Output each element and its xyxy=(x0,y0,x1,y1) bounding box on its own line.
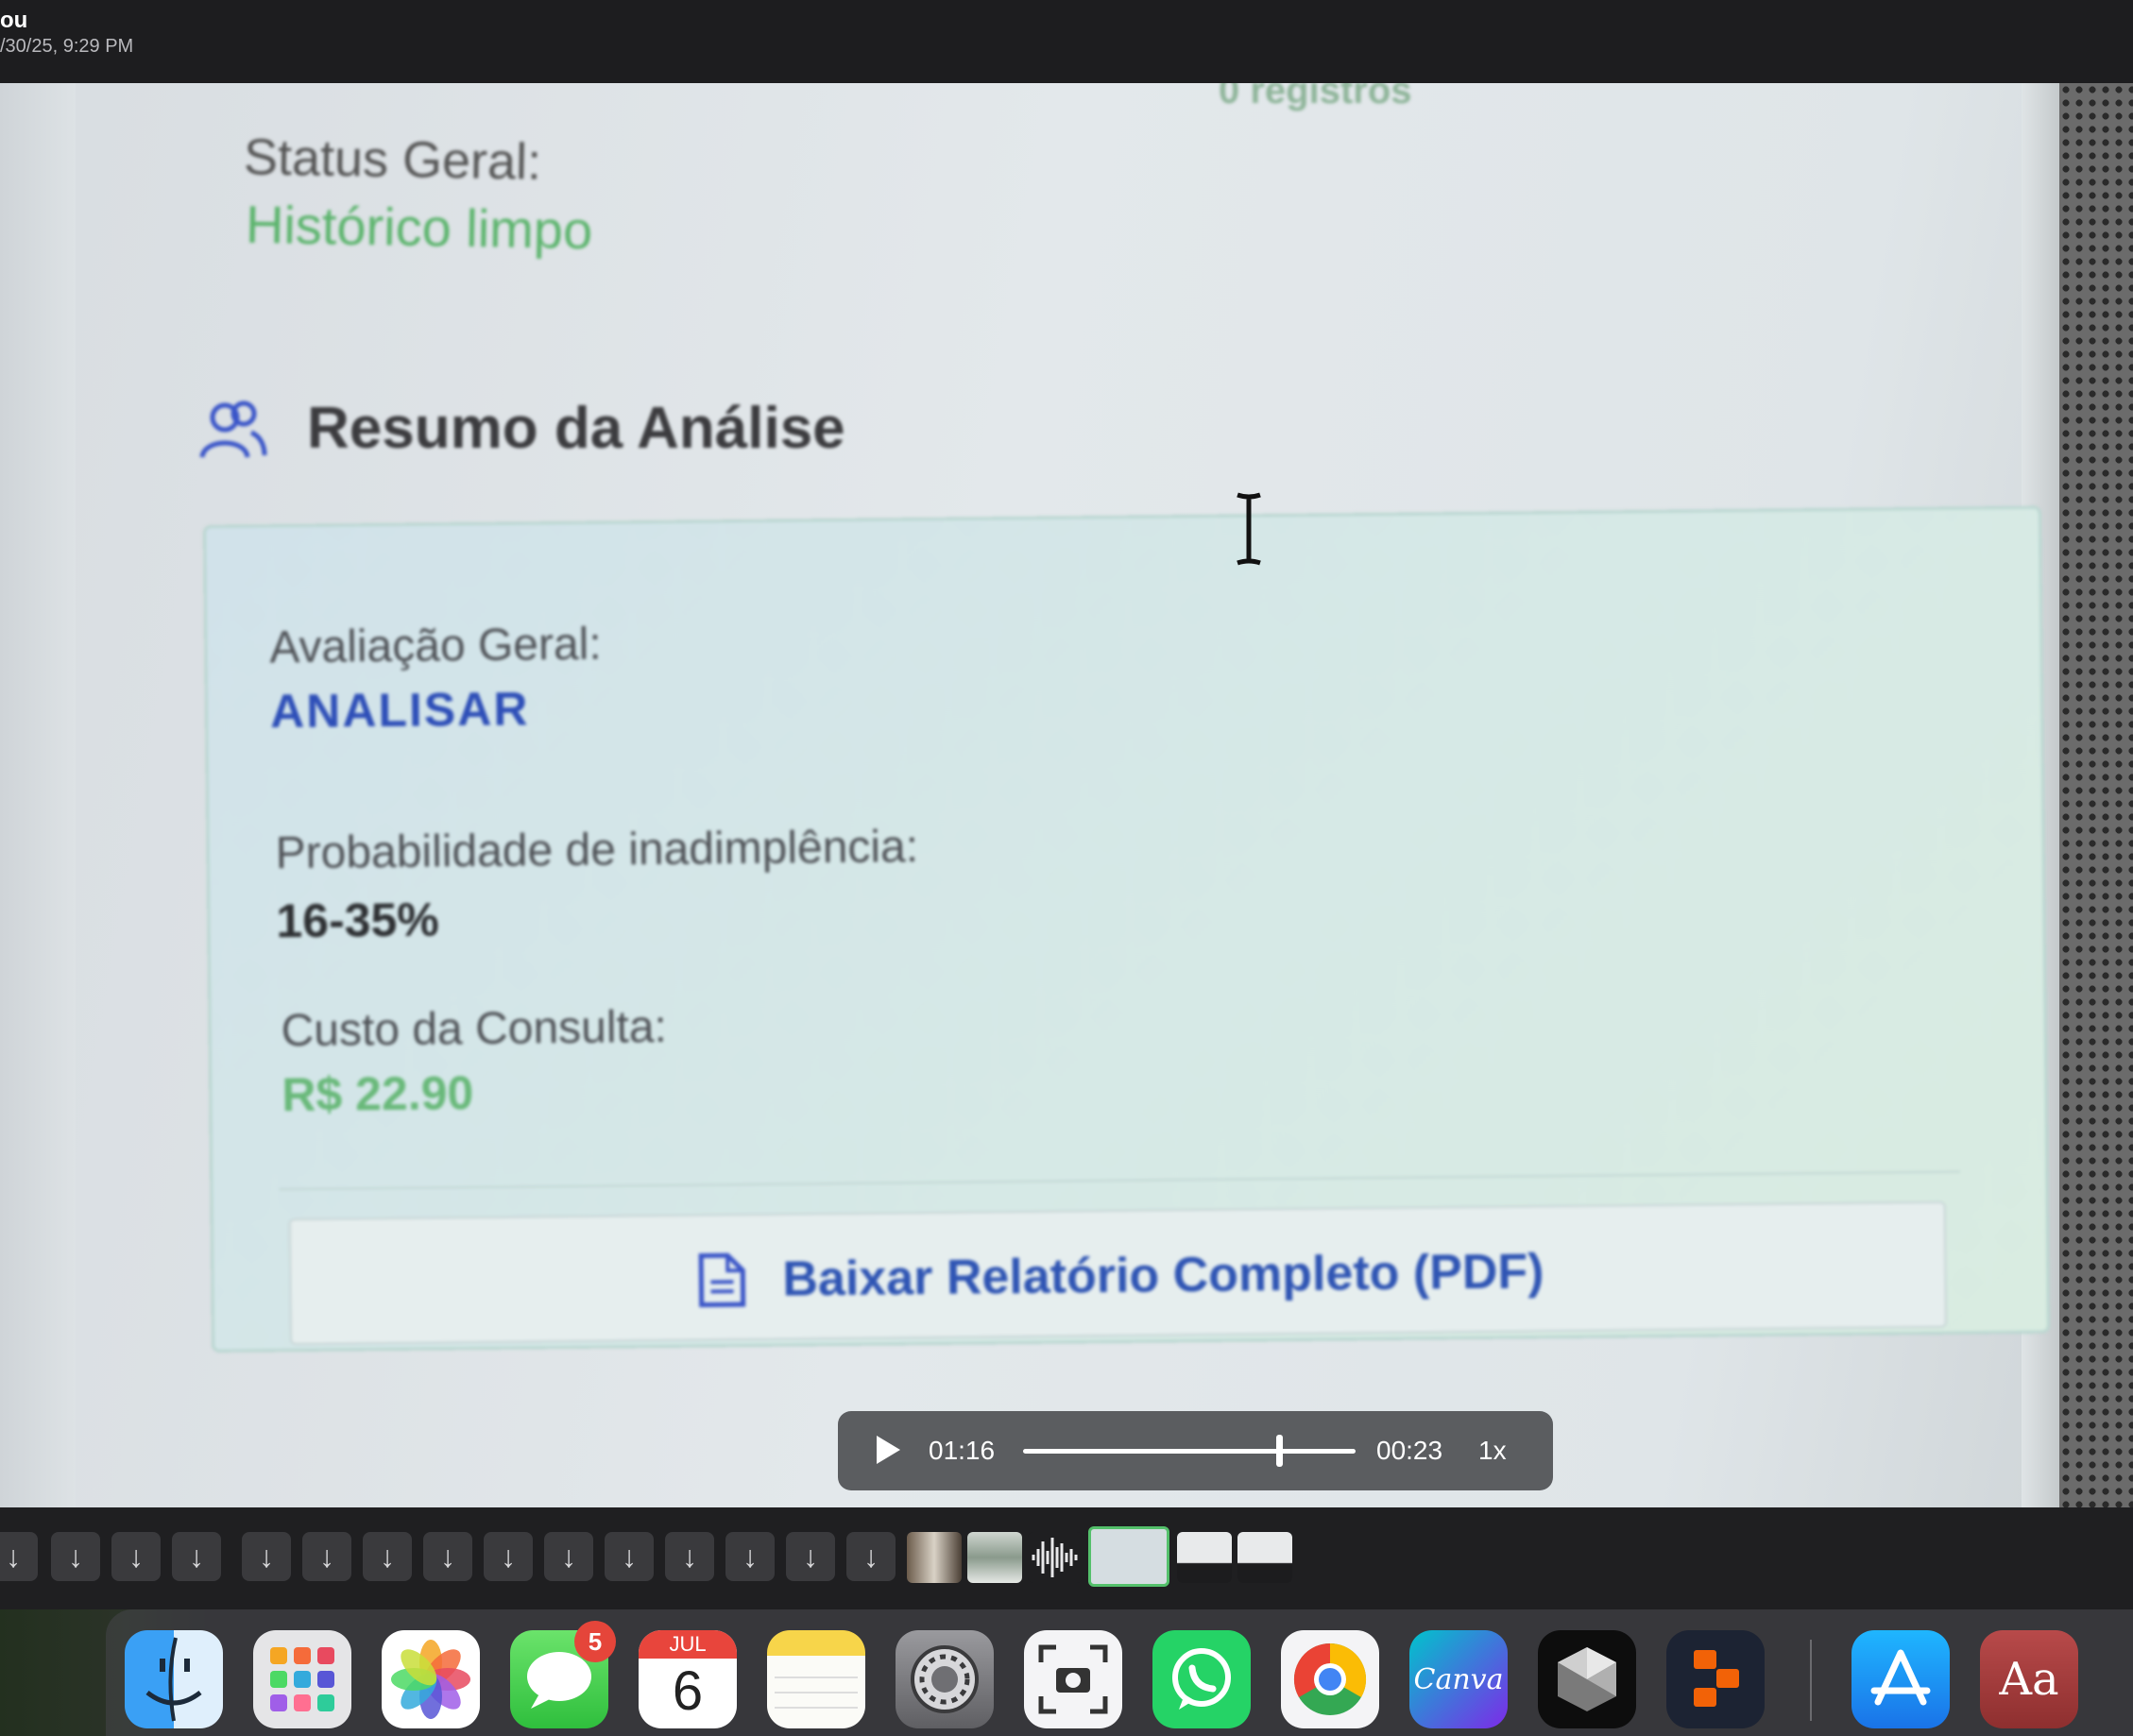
seek-slider[interactable] xyxy=(1023,1435,1356,1467)
status-value: Histórico limpo xyxy=(245,194,593,261)
sender-name: ou xyxy=(0,8,28,33)
message-header: ou /30/25, 9:29 PM xyxy=(0,0,2133,83)
photos-icon[interactable] xyxy=(382,1630,480,1728)
launchpad-icon[interactable] xyxy=(253,1630,351,1728)
finder-icon[interactable] xyxy=(125,1630,223,1728)
download-button[interactable]: ↓ xyxy=(544,1532,593,1581)
video-control-bar: 01:16 00:23 1x xyxy=(838,1411,1553,1490)
status-label: Status Geral: xyxy=(243,128,542,191)
dictionary-glyph: Aa xyxy=(1999,1653,2059,1706)
download-button[interactable]: ↓ xyxy=(484,1532,533,1581)
play-icon[interactable] xyxy=(874,1434,902,1466)
download-button[interactable]: ↓ xyxy=(0,1532,38,1581)
dock: 5 JUL 6 Canva Aa xyxy=(106,1609,2133,1736)
thumbnail-audio[interactable] xyxy=(1028,1532,1083,1583)
thumbnail-photo[interactable] xyxy=(1177,1532,1232,1583)
waveform-icon xyxy=(1032,1538,1078,1577)
system-settings-icon[interactable] xyxy=(896,1630,994,1728)
messages-badge: 5 xyxy=(574,1621,616,1662)
section-title: Resumo da Análise xyxy=(307,396,845,461)
download-button[interactable]: ↓ xyxy=(665,1532,714,1581)
whatsapp-icon[interactable] xyxy=(1152,1630,1251,1728)
download-button[interactable]: ↓ xyxy=(242,1532,291,1581)
notes-icon[interactable] xyxy=(767,1630,865,1728)
users-icon xyxy=(199,400,267,458)
thumbnail-photo[interactable] xyxy=(967,1532,1022,1583)
message-timestamp: /30/25, 9:29 PM xyxy=(0,36,134,57)
download-button[interactable]: ↓ xyxy=(363,1532,412,1581)
download-button[interactable]: ↓ xyxy=(111,1532,161,1581)
download-button[interactable]: ↓ xyxy=(725,1532,775,1581)
download-button[interactable]: ↓ xyxy=(846,1532,896,1581)
default-probability-label: Probabilidade de inadimplência: xyxy=(275,822,919,879)
download-button[interactable]: ↓ xyxy=(786,1532,835,1581)
evaluation-value: ANALISAR xyxy=(269,682,530,739)
calendar-month: JUL xyxy=(639,1630,737,1659)
cursor-app-icon[interactable] xyxy=(1538,1630,1636,1728)
thumbnail-video-selected[interactable] xyxy=(1088,1526,1169,1587)
playback-speed-button[interactable]: 1x xyxy=(1478,1436,1507,1466)
dictionary-icon[interactable]: Aa xyxy=(1980,1630,2078,1728)
download-button[interactable]: ↓ xyxy=(423,1532,472,1581)
video-viewer[interactable]: 0 registros Status Geral: Histórico limp… xyxy=(0,83,2133,1507)
current-time: 01:16 xyxy=(929,1436,996,1465)
replit-icon[interactable] xyxy=(1666,1630,1765,1728)
thumbnail-photo[interactable] xyxy=(907,1532,962,1583)
download-pdf-label: Baixar Relatório Completo (PDF) xyxy=(782,1244,1544,1307)
screenshot-icon[interactable] xyxy=(1024,1630,1122,1728)
canva-icon[interactable]: Canva xyxy=(1409,1630,1508,1728)
chrome-icon[interactable] xyxy=(1281,1630,1379,1728)
records-count-text: 0 registros xyxy=(1219,83,1412,111)
analysis-summary-card: Avaliação Geral: ANALISAR Probabilidade … xyxy=(203,505,2051,1353)
default-probability-value: 16-35% xyxy=(276,893,440,948)
query-cost-value: R$ 22.90 xyxy=(282,1066,474,1122)
remaining-time: 00:23 xyxy=(1376,1436,1443,1465)
query-cost-label: Custo da Consulta: xyxy=(281,1001,668,1057)
canva-wordmark: Canva xyxy=(1413,1662,1504,1696)
photo-left-edge xyxy=(0,83,76,1507)
dock-separator xyxy=(1810,1640,1812,1721)
monitor-frame xyxy=(2059,83,2133,1507)
download-button[interactable]: ↓ xyxy=(605,1532,654,1581)
download-button[interactable]: ↓ xyxy=(51,1532,100,1581)
seek-slider-thumb[interactable] xyxy=(1276,1435,1284,1467)
text-cursor-icon xyxy=(1237,492,1261,566)
download-pdf-button: Baixar Relatório Completo (PDF) xyxy=(288,1200,1947,1346)
download-button[interactable]: ↓ xyxy=(302,1532,351,1581)
download-button[interactable]: ↓ xyxy=(172,1532,221,1581)
calendar-icon[interactable]: JUL 6 xyxy=(639,1630,737,1728)
thumbnail-photo[interactable] xyxy=(1237,1532,1292,1583)
card-divider xyxy=(279,1170,1961,1191)
app-store-icon[interactable] xyxy=(1851,1630,1950,1728)
attachment-filmstrip: ↓ ↓ ↓ ↓ ↓ ↓ ↓ ↓ ↓ ↓ ↓ ↓ ↓ ↓ ↓ xyxy=(0,1507,2133,1609)
calendar-day: 6 xyxy=(672,1660,704,1722)
evaluation-label: Avaliação Geral: xyxy=(269,619,602,673)
document-icon xyxy=(698,1252,746,1308)
